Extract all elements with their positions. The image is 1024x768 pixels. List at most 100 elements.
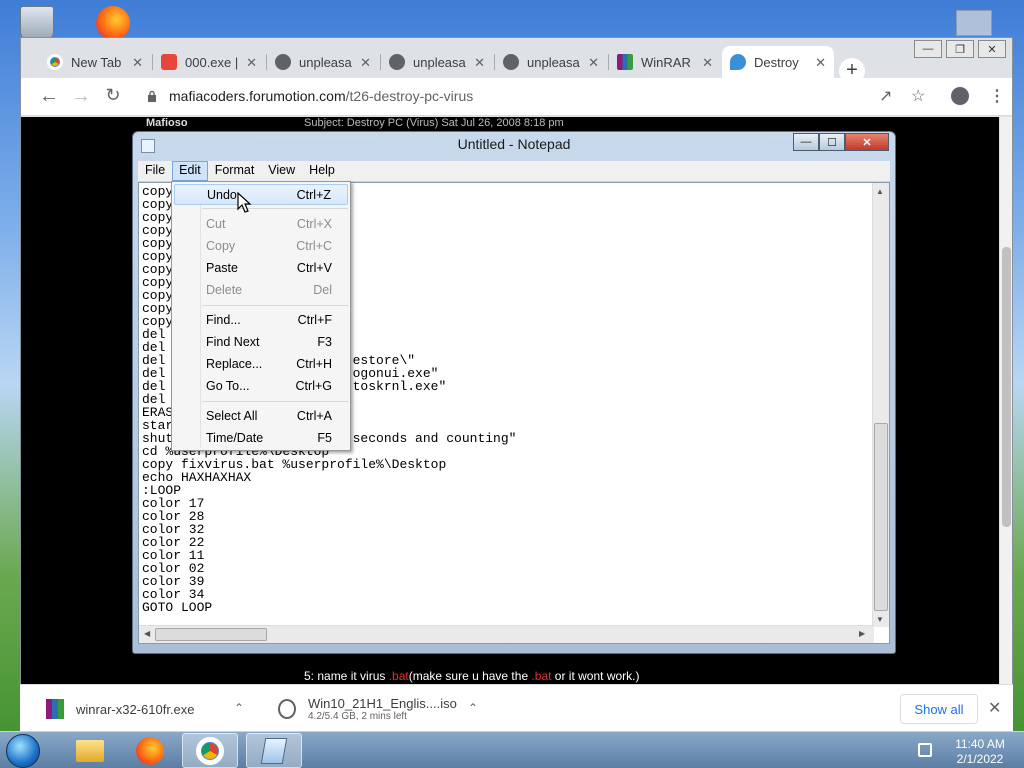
post-body-line: 5: name it virus .bat(make sure u have t… <box>304 669 640 683</box>
notepad-icon <box>260 737 288 764</box>
menu-item-go-to[interactable]: Go To... Ctrl+G <box>174 376 348 397</box>
lock-icon <box>148 90 156 102</box>
menu-format[interactable]: Format <box>208 161 262 181</box>
menu-item-replace[interactable]: Replace... Ctrl+H <box>174 354 348 375</box>
editor-line: echo HAXHAXHAX <box>142 470 252 485</box>
tab-close-icon[interactable]: ✕ <box>815 55 826 71</box>
menu-help[interactable]: Help <box>302 161 342 181</box>
winrar-file-icon <box>46 699 64 719</box>
menu-item-paste[interactable]: Paste Ctrl+V <box>174 258 348 279</box>
tab-label: unpleasa <box>413 54 466 70</box>
notepad-window-controls: — ☐ ✕ <box>793 133 889 151</box>
back-arrow-icon[interactable]: ← <box>37 85 61 108</box>
menu-item-undo[interactable]: Undo Ctrl+Z <box>174 184 348 205</box>
start-button[interactable] <box>6 734 40 768</box>
tab-strip: New Tab ✕ 000.exe | ✕ unpleasa ✕ unpleas… <box>21 46 1012 84</box>
notepad-minimize-button[interactable]: — <box>793 133 819 151</box>
scroll-right-arrow-icon[interactable]: ▶ <box>859 629 865 638</box>
tab-unpleasant-2[interactable]: unpleasa ✕ <box>381 46 493 78</box>
page-scrollbar[interactable] <box>999 117 1012 685</box>
network-icon[interactable] <box>918 743 932 757</box>
clock-date[interactable]: 2/1/2022 <box>948 752 1012 766</box>
desktop-file-icon[interactable] <box>956 10 992 36</box>
taskbar: 11:40 AM 2/1/2022 <box>0 731 1024 768</box>
recycle-bin-icon[interactable] <box>20 6 54 40</box>
menu-item-delete: Delete Del <box>206 283 332 297</box>
tab-unpleasant-1[interactable]: unpleasa ✕ <box>267 46 379 78</box>
menu-item-find-next[interactable]: Find Next F3 <box>174 332 348 353</box>
notepad-menubar: File Edit Format View Help <box>138 161 890 181</box>
site-icon <box>161 54 177 70</box>
address-bar[interactable]: mafiacoders.forumotion.com/t26-destroy-p… <box>133 82 973 112</box>
tab-close-icon[interactable]: ✕ <box>474 55 485 71</box>
tab-winrar[interactable]: WinRAR ✕ <box>609 46 721 78</box>
firefox-desktop-icon[interactable] <box>96 6 130 40</box>
forward-arrow-icon[interactable]: → <box>69 85 93 108</box>
tab-destroy-pc-virus[interactable]: Destroy ✕ <box>722 46 834 78</box>
tab-close-icon[interactable]: ✕ <box>588 55 599 71</box>
tab-label: New Tab <box>71 54 122 70</box>
share-icon[interactable]: ↗ <box>879 86 892 106</box>
system-tray: 11:40 AM 2/1/2022 <box>912 735 1024 767</box>
tab-close-icon[interactable]: ✕ <box>702 55 713 71</box>
tab-new-tab[interactable]: New Tab ✕ <box>39 46 151 78</box>
globe-icon <box>275 54 291 70</box>
post-author[interactable]: Mafioso <box>146 117 188 129</box>
download-item-win10-iso[interactable]: Win10_21H1_Englis....iso 4.2/5.4 GB, 2 m… <box>278 693 478 725</box>
tab-close-icon[interactable]: ✕ <box>246 55 257 71</box>
menu-item-copy: Copy Ctrl+C <box>206 239 332 253</box>
notepad-maximize-button[interactable]: ☐ <box>819 133 845 151</box>
globe-icon <box>389 54 405 70</box>
scroll-left-arrow-icon[interactable]: ◀ <box>144 629 150 638</box>
clock-time[interactable]: 11:40 AM <box>948 737 1012 751</box>
menu-item-select-all[interactable]: Select All Ctrl+A <box>174 406 348 427</box>
page-scroll-thumb[interactable] <box>1002 247 1011 527</box>
tab-close-icon[interactable]: ✕ <box>132 55 143 71</box>
winrar-icon <box>617 54 633 70</box>
edit-menu-dropdown: Undo Ctrl+Z Cut Ctrl+X Copy Ctrl+C Paste Ctr… <box>171 181 351 451</box>
menu-separator <box>202 208 348 209</box>
download-progress-status: 4.2/5.4 GB, 2 mins left <box>308 711 407 722</box>
chevron-up-icon[interactable]: ⌃ <box>468 701 478 715</box>
firefox-icon <box>136 736 164 765</box>
chevron-up-icon[interactable]: ⌃ <box>234 701 244 715</box>
menu-view[interactable]: View <box>261 161 302 181</box>
horizontal-scrollbar[interactable]: ◀ ▶ <box>139 625 874 643</box>
scroll-up-arrow-icon[interactable]: ▲ <box>876 187 884 196</box>
reload-icon[interactable]: ↻ <box>101 85 125 106</box>
download-item-winrar[interactable]: winrar-x32-610fr.exe ⌃ <box>46 693 244 725</box>
taskbar-explorer[interactable] <box>62 733 118 768</box>
taskbar-chrome[interactable] <box>182 733 238 768</box>
tab-close-icon[interactable]: ✕ <box>360 55 371 71</box>
menu-edit[interactable]: Edit <box>172 161 208 181</box>
vertical-scroll-thumb[interactable] <box>874 423 888 611</box>
url-text: mafiacoders.forumotion.com/t26-destroy-p… <box>169 88 474 104</box>
notepad-close-button[interactable]: ✕ <box>845 133 889 151</box>
close-downloads-icon[interactable]: ✕ <box>988 698 1001 718</box>
bookmark-star-icon[interactable]: ☆ <box>911 86 925 106</box>
taskbar-notepad[interactable] <box>246 733 302 768</box>
tab-label: WinRAR <box>641 54 691 70</box>
horizontal-scroll-thumb[interactable] <box>155 628 267 641</box>
menu-item-cut: Cut Ctrl+X <box>206 217 332 231</box>
tab-label: unpleasa <box>527 54 580 70</box>
menu-item-time-date[interactable]: Time/Date F5 <box>174 428 348 449</box>
folder-icon <box>76 739 104 762</box>
profile-avatar-icon[interactable] <box>951 87 969 105</box>
tab-unpleasant-3[interactable]: unpleasa ✕ <box>495 46 607 78</box>
vertical-scrollbar[interactable]: ▲ ▼ <box>872 183 889 627</box>
chrome-icon <box>47 54 63 70</box>
notepad-title: Untitled - Notepad <box>457 136 571 152</box>
taskbar-firefox[interactable] <box>122 733 178 768</box>
show-all-button[interactable]: Show all <box>900 694 978 724</box>
menu-separator <box>202 401 348 402</box>
chrome-icon <box>196 736 224 765</box>
menu-file[interactable]: File <box>138 161 172 181</box>
tab-000-exe[interactable]: 000.exe | ✕ <box>153 46 265 78</box>
menu-item-find[interactable]: Find... Ctrl+F <box>174 310 348 331</box>
browser-toolbar: ← → ↻ mafiacoders.forumotion.com/t26-des… <box>21 78 1012 116</box>
forum-icon <box>730 54 746 70</box>
scroll-down-arrow-icon[interactable]: ▼ <box>876 615 884 624</box>
download-filename: Win10_21H1_Englis....iso <box>308 696 457 711</box>
menu-kebab-icon[interactable]: ⋮ <box>989 86 1005 106</box>
